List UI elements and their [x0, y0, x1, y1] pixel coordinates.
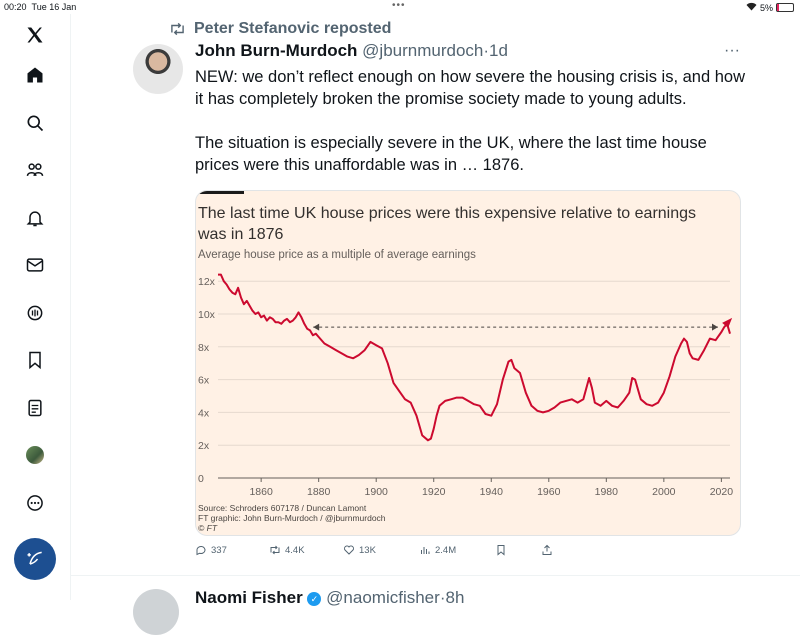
like-count: 13K [359, 544, 376, 556]
share-button[interactable] [541, 544, 553, 556]
lists-icon[interactable] [22, 395, 48, 421]
verified-badge-icon: ✓ [307, 592, 322, 606]
wifi-icon [746, 2, 757, 13]
repost-icon [171, 22, 184, 36]
compose-button[interactable] [14, 538, 56, 580]
chart-source: Source: Schroders 607178 / Duncan Lamont… [198, 503, 386, 533]
y-tick-label: 6x [198, 375, 210, 387]
tweet-author[interactable]: John Burn-Murdoch @jburnmurdoch·1d [195, 41, 508, 61]
bookmarks-icon[interactable] [22, 347, 48, 373]
credit-line: FT graphic: John Burn-Murdoch / @jburnmu… [198, 513, 386, 523]
bookmark-button[interactable] [495, 544, 507, 556]
line-chart: 0 2x 4x 6x 8x 10x 12x 1860 1880 1900 1920 1940 1960 1… [198, 273, 734, 498]
author-name[interactable]: John Burn-Murdoch [195, 41, 357, 60]
x-logo-icon[interactable] [22, 22, 48, 48]
reply-icon [196, 546, 206, 556]
battery-percent: 5% [759, 2, 773, 13]
y-tick-label: 8x [198, 342, 210, 354]
repost-indicator[interactable]: Peter Stefanovic reposted [169, 20, 391, 38]
reply-button[interactable]: 337 [195, 544, 227, 556]
chart-title: The last time UK house prices were this … [198, 205, 697, 243]
battery-icon [776, 3, 794, 12]
repost-count: 4.4K [285, 544, 305, 556]
x-tick-label: 1900 [365, 486, 389, 498]
ft-accent-bar [196, 191, 244, 194]
y-tick-label: 2x [198, 440, 210, 452]
y-tick-label: 0 [198, 473, 204, 485]
tweet-actions: 337 4.4K 13K 2.4M [195, 544, 575, 560]
sidebar [0, 14, 71, 600]
copyright-line: © FT [198, 523, 218, 533]
more-icon[interactable] [22, 490, 48, 516]
tweet-divider [71, 575, 800, 576]
author-handle[interactable]: @jburnmurdoch [362, 41, 483, 60]
x-tick-label: 1960 [537, 486, 561, 498]
profile-avatar[interactable] [22, 442, 48, 468]
notifications-icon[interactable] [22, 205, 48, 231]
views-icon [421, 547, 430, 554]
reference-arrow-right [712, 323, 718, 331]
reply-count: 337 [211, 544, 227, 556]
home-icon[interactable] [22, 62, 48, 88]
communities-icon[interactable] [22, 157, 48, 183]
y-tick-label: 12x [198, 276, 216, 288]
y-tick-label: 4x [198, 407, 210, 419]
next-author-avatar[interactable] [133, 589, 179, 635]
y-tick-label: 10x [198, 309, 216, 321]
tweet-text: NEW: we don’t reflect enough on how seve… [195, 68, 745, 174]
next-author-handle[interactable]: @naomicfisher [326, 588, 440, 607]
x-tick-label: 1980 [595, 486, 619, 498]
next-author-name[interactable]: Naomi Fisher [195, 588, 303, 607]
messages-icon[interactable] [22, 252, 48, 278]
multitasking-dots[interactable]: ••• [392, 0, 406, 11]
more-options-icon[interactable]: ··· [724, 42, 740, 60]
repost-icon [270, 545, 280, 555]
profile-avatar-image [26, 446, 44, 464]
view-count: 2.4M [435, 544, 457, 556]
source-line: Source: Schroders 607178 / Duncan Lamont [198, 503, 367, 513]
author-avatar[interactable] [133, 44, 183, 94]
compose-icon [27, 551, 42, 565]
like-button[interactable]: 13K [343, 544, 376, 556]
x-tick-label: 1940 [480, 486, 504, 498]
repost-button[interactable]: 4.4K [269, 544, 305, 556]
x-tick-label: 1920 [422, 486, 446, 498]
x-tick-label: 1880 [307, 486, 331, 498]
search-icon[interactable] [22, 110, 48, 136]
grok-icon[interactable] [22, 300, 48, 326]
views-button[interactable]: 2.4M [419, 544, 456, 556]
bookmark-icon [497, 545, 505, 556]
status-time: 00:20 Tue 16 Jan [4, 2, 77, 12]
x-tick-label: 2020 [710, 486, 734, 498]
chart-subtitle: Average house price as a multiple of ave… [198, 249, 476, 261]
status-bar: 00:20 Tue 16 Jan ••• 5% [0, 0, 800, 14]
x-tick-label: 2000 [652, 486, 676, 498]
data-line [218, 273, 731, 442]
timeline: Peter Stefanovic reposted John Burn-Murd… [71, 14, 800, 635]
x-tick-label: 1860 [249, 486, 273, 498]
heart-icon [344, 545, 354, 555]
share-icon [542, 544, 552, 555]
reference-arrow-left [313, 323, 320, 331]
next-tweet-author[interactable]: Naomi Fisher ✓ @naomicfisher·8h [195, 588, 464, 608]
status-right: 5% [746, 2, 794, 13]
repost-text: Peter Stefanovic reposted [194, 20, 392, 37]
next-tweet-time[interactable]: 8h [445, 588, 464, 607]
chart-image[interactable]: The last time UK house prices were this … [195, 190, 741, 536]
tweet-time[interactable]: 1d [489, 41, 508, 60]
